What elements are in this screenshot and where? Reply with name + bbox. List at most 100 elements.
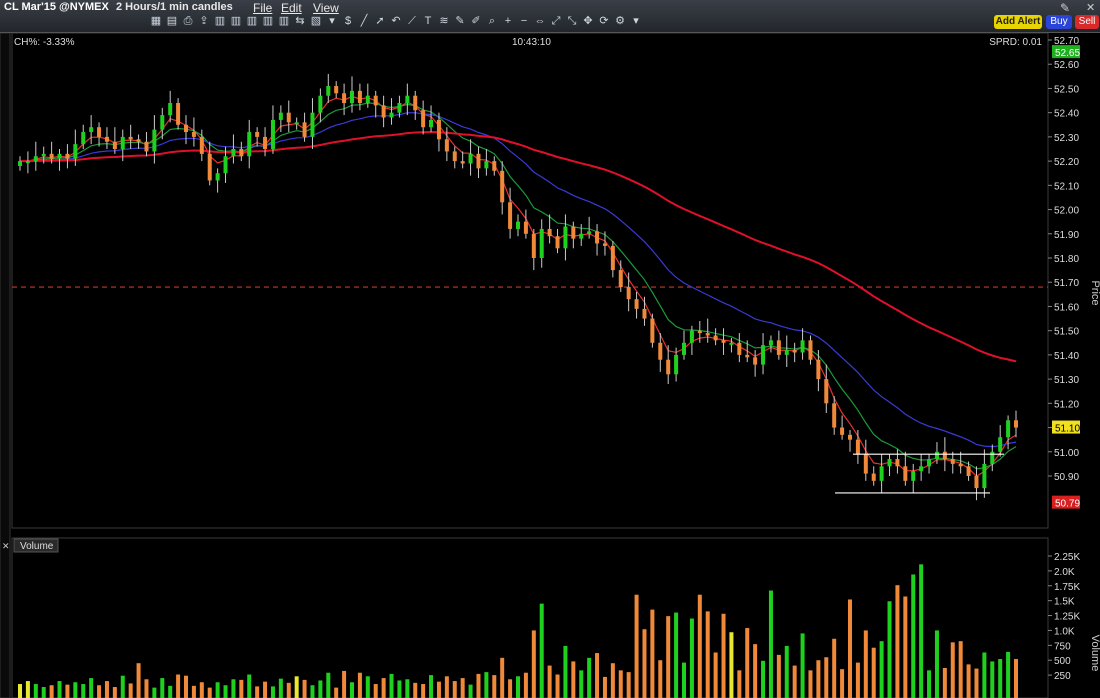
price-tick-label: 51.60 (1054, 302, 1079, 313)
volume-bar (768, 590, 773, 698)
candle-body (974, 476, 979, 489)
candle-body (429, 119, 434, 128)
symbol-selector[interactable]: CL Mar'15 @NYMEX (4, 1, 109, 13)
volume-bar (792, 665, 797, 698)
volume-bar (184, 675, 188, 698)
undo-icon[interactable]: ↶ (390, 15, 402, 27)
volume-bar (879, 641, 884, 698)
volume-bar (41, 687, 46, 698)
volume-bar (682, 662, 686, 698)
text-icon[interactable]: T (422, 15, 434, 27)
candle-body (895, 459, 900, 467)
buy-button[interactable]: Buy (1046, 15, 1072, 29)
draw-line-icon[interactable]: ╱ (358, 15, 370, 27)
volume-bar (848, 599, 852, 698)
candle-body (112, 141, 117, 149)
share-icon[interactable]: ⇪ (198, 15, 210, 27)
print-icon[interactable]: ⎙ (182, 15, 194, 27)
candle-body (33, 156, 38, 162)
price-tick-label: 51.70 (1054, 278, 1079, 289)
wrench-icon[interactable]: ✎ (1060, 1, 1070, 15)
volume-bar (444, 676, 449, 698)
candle-body (381, 105, 386, 118)
bar-chart-icon[interactable]: ▥ (214, 15, 226, 27)
pen-icon[interactable]: ✎ (454, 15, 466, 27)
candle-body (800, 340, 805, 353)
price-tick-label: 52.00 (1054, 206, 1079, 217)
volume-bar (231, 679, 236, 698)
move-icon[interactable]: ✥ (582, 15, 594, 27)
candle-body (840, 427, 845, 435)
chart-icon[interactable]: ▦ (150, 15, 162, 27)
candle-body (1014, 420, 1018, 428)
candle-body (436, 119, 441, 140)
candle-body (73, 144, 78, 159)
cursor-icon[interactable]: ➚ (374, 15, 386, 27)
properties-icon[interactable]: ▤ (166, 15, 178, 27)
volume-bar (97, 685, 102, 698)
compress-icon[interactable]: ⤡ (566, 15, 578, 27)
volume-bar (919, 564, 924, 698)
interval-selector[interactable]: 2 Hours/1 min candles (116, 1, 233, 13)
candle-body (207, 153, 212, 181)
volume-tick-label: 1.25K (1054, 612, 1080, 623)
volume-bar (832, 638, 837, 698)
volume-bar (81, 684, 86, 698)
candle-body (326, 86, 331, 96)
price-tick-label: 52.10 (1054, 181, 1079, 192)
price-tick-label: 50.90 (1054, 472, 1079, 483)
trend-icon[interactable]: ⟋ (406, 15, 418, 27)
candle-body (97, 127, 102, 137)
bar-chart-icon[interactable]: ▥ (262, 15, 274, 27)
candle-body (721, 340, 726, 343)
candle-body (144, 141, 149, 152)
volume-bar (990, 661, 995, 698)
candle-body (682, 342, 686, 355)
candle-body (808, 340, 813, 360)
dollar-icon[interactable]: $ (342, 15, 354, 27)
volume-axis-label: Volume (1089, 635, 1100, 672)
volume-bar (547, 665, 552, 698)
candle-body (65, 153, 70, 159)
menu-edit[interactable]: Edit (281, 1, 302, 15)
candle-body (460, 161, 465, 164)
volume-bar (302, 679, 307, 698)
toolbar-icon-row: ▦ ▤ ⎙ ⇪ ▥ ▥ ▥ ▥ ▥ ⇆ ▧ ▾ $ ╱ ➚ ↶ ⟋ T ≋ ✎ ✐ ⌕ + − ⇔ ⤢ ⤡ ✥ ⟳ ⚙ ▾ (150, 15, 642, 31)
close-icon[interactable]: ✕ (1086, 1, 1095, 14)
volume-bar (294, 676, 299, 698)
bar-chart-icon[interactable]: ▥ (230, 15, 242, 27)
candle-body (247, 132, 252, 157)
menu-file[interactable]: File (253, 1, 272, 15)
volume-bar (223, 685, 228, 698)
volume-bar (373, 684, 378, 698)
expand-icon[interactable]: ⤢ (550, 15, 562, 27)
dropdown-icon[interactable]: ▾ (630, 15, 642, 27)
candle-body (563, 226, 568, 249)
magnifier-icon[interactable]: ⌕ (486, 15, 498, 27)
volume-bar (776, 654, 781, 698)
pattern-icon[interactable]: ≋ (438, 15, 450, 27)
chart-area[interactable]: CH%: -3.33% 10:43:10 SPRD: 0.01 52.7052.605… (0, 33, 1100, 698)
candle-body (958, 463, 963, 467)
bar-chart-icon[interactable]: ▥ (278, 15, 290, 27)
sell-button[interactable]: Sell (1075, 15, 1099, 29)
volume-bar (903, 596, 908, 698)
compare-icon[interactable]: ⇆ (294, 15, 306, 27)
volume-bar (278, 678, 283, 698)
add-alert-button[interactable]: Add Alert (994, 15, 1042, 29)
candle-body (152, 129, 157, 152)
refresh-icon[interactable]: ⟳ (598, 15, 610, 27)
fit-icon[interactable]: ⇔ (534, 15, 546, 27)
candle-body (674, 354, 679, 375)
bar-chart-icon[interactable]: ▥ (246, 15, 258, 27)
zoom-in-icon[interactable]: + (502, 15, 514, 27)
wrench-icon[interactable]: ⚙ (614, 15, 626, 27)
volume-bar (713, 652, 718, 698)
menu-view[interactable]: View (313, 1, 339, 15)
dropdown-icon[interactable]: ▾ (326, 15, 338, 27)
candle-body (413, 95, 418, 111)
price-icon[interactable]: ▧ (310, 15, 322, 27)
volume-bar (357, 672, 362, 698)
zoom-out-icon[interactable]: − (518, 15, 530, 27)
pencil-icon[interactable]: ✐ (470, 15, 482, 27)
